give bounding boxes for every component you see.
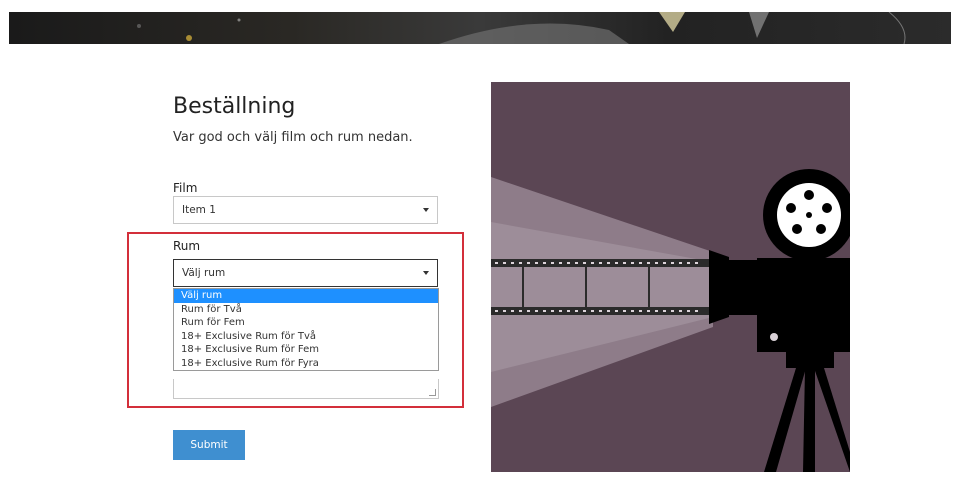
film-projector-illustration: [491, 82, 855, 472]
page-title: Beställning: [173, 94, 296, 119]
page-subtitle: Var god och välj film och rum nedan.: [173, 130, 413, 145]
header-banner-image: [9, 12, 951, 44]
banner-decoration: [137, 12, 906, 44]
film-label: Film: [173, 181, 198, 195]
submit-button[interactable]: Submit: [173, 430, 245, 460]
film-select[interactable]: Item 1: [173, 196, 438, 224]
film-projector-icon: [491, 169, 855, 472]
film-select-value: Item 1: [182, 204, 216, 216]
highlight-box: [127, 232, 464, 408]
chevron-down-icon: [423, 208, 429, 212]
